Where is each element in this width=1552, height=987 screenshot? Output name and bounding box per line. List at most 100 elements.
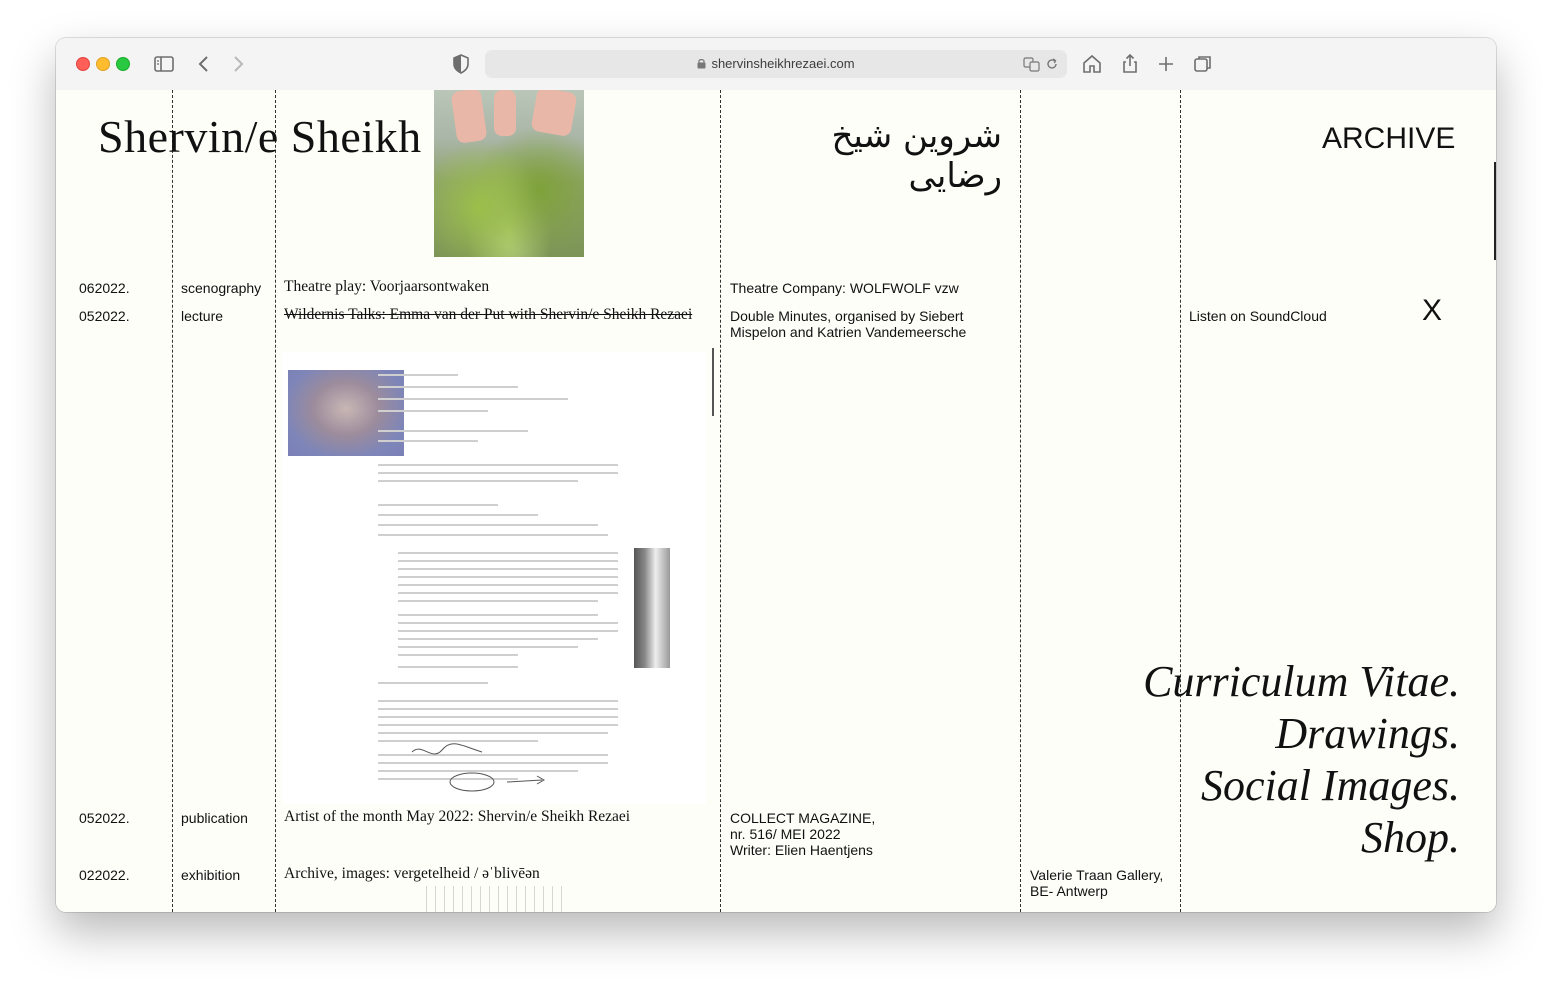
photo-strip bbox=[634, 548, 670, 668]
text-line bbox=[398, 622, 618, 624]
text-line bbox=[378, 480, 578, 482]
row-info-line: nr. 516/ MEI 2022 bbox=[730, 826, 841, 842]
text-line bbox=[378, 514, 538, 516]
privacy-shield-icon[interactable] bbox=[449, 52, 473, 76]
row-title[interactable]: Theatre play: Voorjaarsontwaken bbox=[284, 279, 489, 295]
row-type: exhibition bbox=[181, 867, 241, 883]
row-info-line: Writer: Elien Haentjens bbox=[730, 842, 873, 858]
share-icon[interactable] bbox=[1118, 52, 1142, 76]
header-photo bbox=[434, 90, 584, 257]
text-line bbox=[398, 592, 618, 594]
site-title[interactable]: Shervin/e Sheikh bbox=[98, 110, 422, 163]
text-line bbox=[378, 700, 618, 702]
row-type: publication bbox=[181, 810, 248, 826]
text-line bbox=[398, 576, 618, 578]
portrait-photo bbox=[288, 370, 404, 456]
text-line bbox=[398, 568, 618, 570]
column-divider bbox=[172, 90, 173, 912]
address-bar[interactable]: shervinsheikhrezaei.com bbox=[485, 50, 1067, 78]
archive-link[interactable]: ARCHIVE bbox=[1322, 122, 1455, 156]
column-divider bbox=[275, 90, 276, 912]
text-line bbox=[378, 374, 458, 376]
row-info-line: Double Minutes, organised by Siebert bbox=[730, 308, 964, 324]
text-line bbox=[378, 716, 618, 718]
row-date: 062022. bbox=[79, 280, 130, 296]
text-line bbox=[378, 398, 568, 400]
text-line bbox=[398, 630, 618, 632]
text-line bbox=[398, 600, 598, 602]
text-line bbox=[398, 552, 618, 554]
url-text: shervinsheikhrezaei.com bbox=[485, 56, 1067, 71]
text-line bbox=[378, 464, 618, 466]
row-info: Theatre Company: WOLFWOLF vzw bbox=[730, 280, 959, 296]
social-images-link[interactable]: Social Images. bbox=[1116, 760, 1460, 812]
minimize-window-button[interactable] bbox=[96, 57, 110, 71]
text-line bbox=[378, 524, 598, 526]
document-image bbox=[282, 352, 706, 804]
text-line bbox=[378, 708, 618, 710]
text-line bbox=[398, 560, 618, 562]
row-info: COLLECT MAGAZINE, nr. 516/ MEI 2022 Writ… bbox=[730, 810, 875, 858]
row-title[interactable]: Wildernis Talks: Emma van der Put with S… bbox=[284, 307, 692, 323]
row-info: Double Minutes, organised by Siebert Mis… bbox=[730, 308, 966, 340]
zoom-window-button[interactable] bbox=[116, 57, 130, 71]
curriculum-vitae-link[interactable]: Curriculum Vitae. bbox=[1116, 656, 1460, 708]
text-line bbox=[378, 386, 518, 388]
row-type: lecture bbox=[181, 308, 224, 324]
text-line bbox=[378, 472, 618, 474]
row-type: scenography bbox=[181, 280, 262, 296]
soundcloud-link[interactable]: Listen on SoundCloud bbox=[1189, 308, 1327, 324]
column-divider bbox=[1020, 90, 1021, 912]
row-title[interactable]: Archive, images: vergetelheid / əˈblivēə… bbox=[284, 866, 540, 882]
text-line bbox=[378, 682, 488, 684]
back-icon[interactable] bbox=[192, 52, 216, 76]
close-button[interactable]: X bbox=[1422, 294, 1442, 328]
browser-toolbar: shervinsheikhrezaei.com bbox=[56, 38, 1496, 91]
exhibition-thumbnail bbox=[426, 886, 566, 912]
url-value: shervinsheikhrezaei.com bbox=[711, 56, 855, 71]
row-title[interactable]: Artist of the month May 2022: Shervin/e … bbox=[284, 809, 630, 825]
hand-shape bbox=[494, 90, 516, 136]
text-line bbox=[378, 504, 498, 506]
text-line bbox=[378, 440, 478, 442]
close-window-button[interactable] bbox=[76, 57, 90, 71]
column-divider bbox=[720, 90, 721, 912]
text-line bbox=[378, 724, 618, 726]
text-line bbox=[378, 430, 528, 432]
text-line bbox=[398, 666, 518, 668]
row-location-line: Valerie Traan Gallery, bbox=[1030, 867, 1164, 883]
text-line bbox=[378, 534, 608, 536]
handwriting-scribble bbox=[411, 743, 546, 792]
drawings-link[interactable]: Drawings. bbox=[1116, 708, 1460, 760]
main-navigation: Curriculum Vitae. Drawings. Social Image… bbox=[1116, 656, 1460, 864]
forward-icon[interactable] bbox=[226, 52, 250, 76]
home-icon[interactable] bbox=[1080, 52, 1104, 76]
page-scrollbar[interactable] bbox=[1494, 162, 1496, 260]
site-title-persian: شروین شیخ رضایی bbox=[831, 116, 1002, 196]
shop-link[interactable]: Shop. bbox=[1116, 812, 1460, 864]
sidebar-icon[interactable] bbox=[152, 52, 176, 76]
reload-icon[interactable] bbox=[1045, 57, 1059, 71]
row-location-line: BE- Antwerp bbox=[1030, 883, 1108, 899]
page-content: Shervin/e Sheikh شروین شیخ رضایی ARCHIVE… bbox=[56, 90, 1496, 912]
text-line bbox=[378, 410, 488, 412]
browser-window: shervinsheikhrezaei.com Shervin/e Sheikh… bbox=[56, 38, 1496, 912]
translate-icon[interactable] bbox=[1023, 56, 1041, 72]
row-date: 052022. bbox=[79, 308, 130, 324]
document-scrollbar[interactable] bbox=[712, 348, 714, 416]
row-date: 022022. bbox=[79, 867, 130, 883]
row-location: Valerie Traan Gallery, BE- Antwerp bbox=[1030, 867, 1163, 899]
text-line bbox=[398, 646, 578, 648]
text-line bbox=[398, 638, 598, 640]
tab-overview-icon[interactable] bbox=[1191, 52, 1215, 76]
row-info-line: Mispelon and Katrien Vandemeersche bbox=[730, 324, 967, 340]
hand-shape bbox=[530, 90, 578, 138]
text-line bbox=[398, 584, 618, 586]
new-tab-icon[interactable] bbox=[1154, 52, 1178, 76]
row-date: 052022. bbox=[79, 810, 130, 826]
hand-shape bbox=[450, 90, 488, 144]
row-info-line: COLLECT MAGAZINE, bbox=[730, 810, 876, 826]
text-line bbox=[398, 614, 598, 616]
text-line bbox=[398, 654, 518, 656]
lock-icon bbox=[697, 59, 706, 69]
